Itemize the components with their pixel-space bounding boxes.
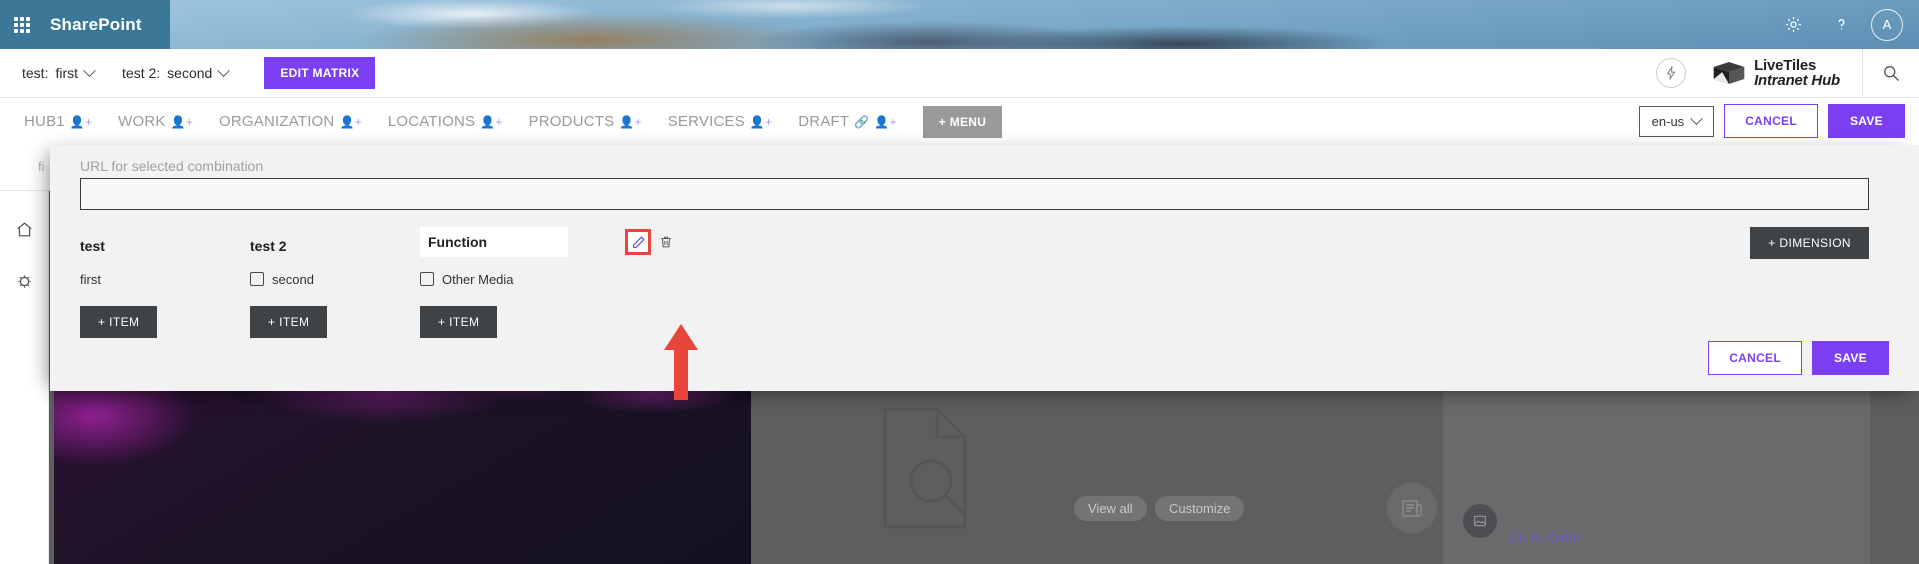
- dimension-title-row-function: Function: [420, 227, 671, 259]
- dialog-footer: CANCEL SAVE: [1708, 341, 1889, 375]
- hub-nav-actions: en-us CANCEL SAVE: [1638, 97, 1905, 145]
- dimension-actions: [625, 227, 677, 257]
- dialog-cancel-button[interactable]: CANCEL: [1708, 341, 1802, 375]
- customize-button[interactable]: Customize: [1155, 496, 1245, 521]
- filter-input[interactable]: fi: [38, 159, 45, 174]
- dimension-item-label: second: [272, 271, 314, 287]
- add-item-button-test2[interactable]: + ITEM: [250, 306, 328, 338]
- up-arrow-annotation: [662, 322, 700, 402]
- hero-image: [54, 376, 751, 564]
- home-icon[interactable]: [0, 207, 49, 251]
- app-launcher-icon[interactable]: [14, 16, 30, 33]
- checkbox-second[interactable]: [250, 272, 264, 286]
- nav-item-draft-label: DRAFT: [798, 113, 850, 130]
- help-icon[interactable]: [1817, 0, 1865, 49]
- matrix-selector-test2[interactable]: test 2: second: [122, 63, 231, 81]
- nav-item-products[interactable]: PRODUCTS 👤+: [529, 113, 642, 130]
- matrix-selector-test2-label: test 2:: [122, 65, 161, 81]
- nav-item-services[interactable]: SERVICES 👤+: [668, 113, 773, 130]
- language-selector[interactable]: en-us: [1638, 105, 1715, 137]
- avatar[interactable]: A: [1871, 8, 1903, 41]
- dialog-save-button[interactable]: SAVE: [1812, 341, 1889, 375]
- livetiles-logo-line2: Intranet Hub: [1754, 72, 1840, 89]
- gear-icon[interactable]: [0, 259, 49, 303]
- matrix-selector-test[interactable]: test: first: [22, 63, 96, 81]
- news-icon[interactable]: [1387, 483, 1437, 533]
- add-menu-button[interactable]: + MENU: [922, 105, 1003, 138]
- add-dimension-button[interactable]: + DIMENSION: [1750, 227, 1869, 259]
- checkbox-other-media[interactable]: [420, 272, 434, 286]
- edit-matrix-button[interactable]: EDIT MATRIX: [264, 57, 376, 89]
- nav-item-locations-label: LOCATIONS: [387, 113, 476, 130]
- sharepoint-suite-bar: SharePoint A: [0, 0, 1919, 49]
- panel-faint-text: [1508, 505, 1512, 520]
- livetiles-logo-line1: LiveTiles: [1754, 57, 1817, 74]
- nav-item-organization[interactable]: ORGANIZATION 👤+: [219, 113, 362, 130]
- dimension-title-function: Function: [428, 234, 488, 250]
- gear-icon[interactable]: [1769, 0, 1817, 49]
- matrix-selector-test-label: test:: [22, 65, 49, 81]
- go-to-folder-link[interactable]: Go to folder: [1508, 529, 1581, 545]
- add-people-icon[interactable]: 👤+: [874, 115, 896, 129]
- nav-item-work[interactable]: WORK 👤+: [118, 113, 193, 130]
- hub-navigation: HUB1 👤+ WORK 👤+ ORGANIZATION 👤+ LOCATION…: [0, 97, 1919, 145]
- left-rail: [0, 191, 49, 564]
- nav-item-products-label: PRODUCTS: [528, 113, 615, 130]
- chevron-down-icon: [217, 63, 231, 77]
- nav-item-locations[interactable]: LOCATIONS 👤+: [388, 113, 503, 130]
- chevron-down-icon: [83, 63, 96, 77]
- trash-icon[interactable]: [655, 229, 677, 255]
- search-icon[interactable]: [1863, 49, 1919, 97]
- matrix-editor-dialog: URL for selected combination test first …: [50, 145, 1919, 391]
- suite-bar-actions: A: [1769, 0, 1919, 49]
- add-item-button-test[interactable]: + ITEM: [80, 306, 158, 338]
- nav-item-hub1-label: HUB1: [24, 113, 65, 130]
- matrix-selector-test-value: first: [55, 65, 79, 81]
- dimension-item-label: first: [80, 271, 101, 287]
- nav-item-draft[interactable]: DRAFT 🔗 👤+: [798, 113, 897, 130]
- nav-item-hub1[interactable]: HUB1 👤+: [24, 113, 92, 130]
- nav-item-work-label: WORK: [118, 113, 166, 130]
- dimension-column-function: Function Other Media + ITEM: [420, 227, 671, 338]
- livetiles-branding-area: LiveTiles Intranet Hub: [1656, 49, 1919, 97]
- language-selector-value: en-us: [1651, 113, 1685, 129]
- add-item-button-function[interactable]: + ITEM: [420, 306, 498, 338]
- chevron-down-icon: [1690, 111, 1704, 125]
- nav-item-services-label: SERVICES: [667, 113, 745, 130]
- sharepoint-brand-label[interactable]: SharePoint: [50, 15, 142, 35]
- nav-item-organization-label: ORGANIZATION: [219, 113, 335, 130]
- add-people-icon[interactable]: 👤+: [750, 115, 772, 129]
- add-people-icon[interactable]: 👤+: [171, 115, 193, 129]
- nav-save-button[interactable]: SAVE: [1828, 104, 1905, 138]
- app-root: SharePoint A test: first test 2: second …: [0, 0, 1919, 564]
- dimension-item[interactable]: Other Media: [420, 266, 628, 292]
- dimension-item-label: Other Media: [442, 271, 514, 287]
- pencil-icon[interactable]: [625, 229, 651, 255]
- document-search-icon: [869, 403, 989, 533]
- add-people-icon[interactable]: 👤+: [619, 115, 641, 129]
- url-input[interactable]: [80, 178, 1869, 210]
- dimension-name-input[interactable]: Function: [420, 227, 568, 257]
- add-people-icon[interactable]: 👤+: [339, 115, 361, 129]
- suite-bar-hero-photo: [170, 0, 1919, 49]
- add-people-icon[interactable]: 👤+: [70, 115, 92, 129]
- matrix-selector-test2-value: second: [167, 65, 213, 81]
- lightning-bolt-icon[interactable]: [1656, 58, 1687, 88]
- matrix-toolbar: test: first test 2: second EDIT MATRIX: [0, 49, 1919, 97]
- add-people-icon[interactable]: 👤+: [480, 115, 502, 129]
- document-avatar-icon: [1463, 504, 1497, 538]
- livetiles-logo[interactable]: LiveTiles Intranet Hub: [1712, 58, 1840, 88]
- avatar-initial: A: [1882, 17, 1892, 32]
- view-all-button[interactable]: View all: [1074, 496, 1147, 521]
- suite-bar-brand-area: SharePoint: [0, 0, 170, 49]
- url-field-label: URL for selected combination: [80, 158, 264, 174]
- nav-cancel-button[interactable]: CANCEL: [1724, 104, 1818, 138]
- livetiles-cube-icon: [1713, 61, 1745, 85]
- link-icon[interactable]: 🔗: [854, 115, 869, 129]
